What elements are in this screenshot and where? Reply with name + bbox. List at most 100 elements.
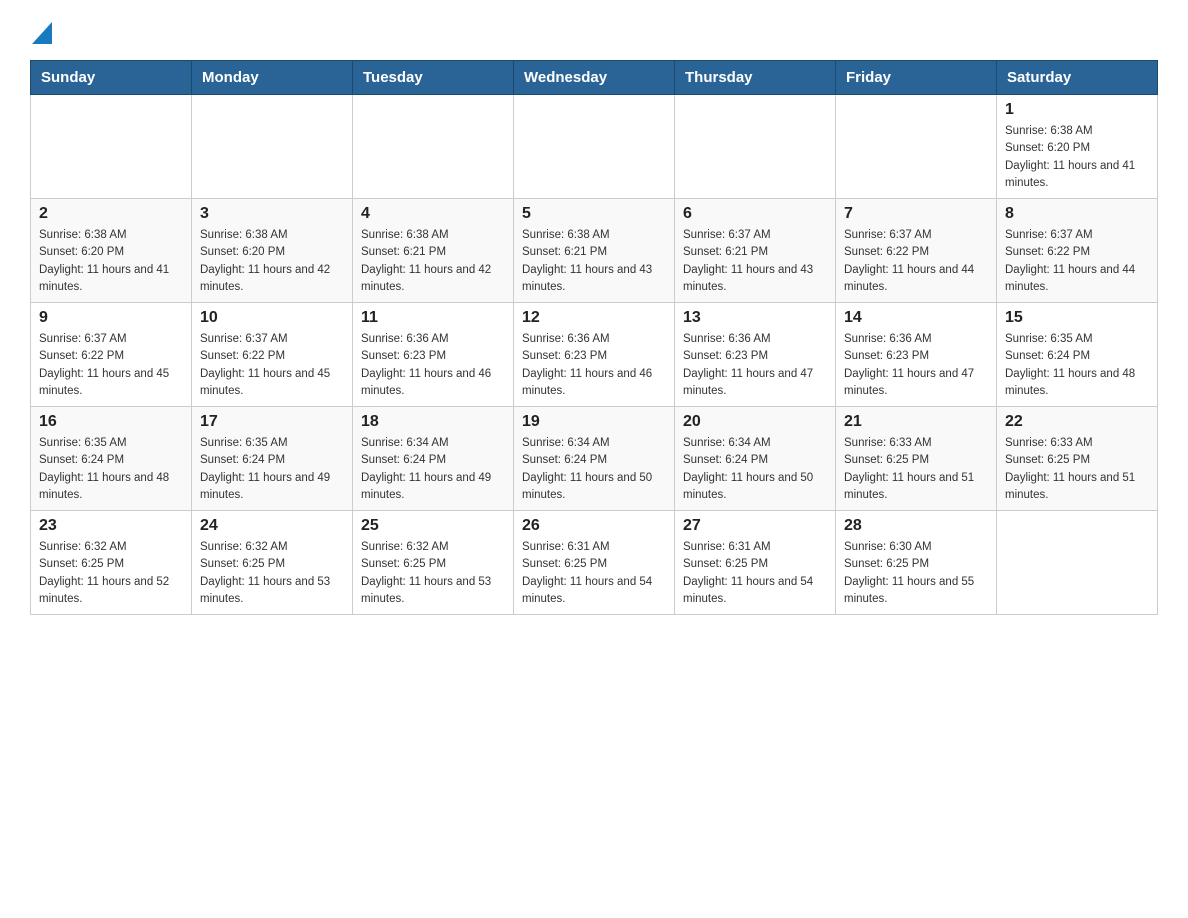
- day-header-thursday: Thursday: [675, 61, 836, 95]
- day-number: 20: [683, 413, 827, 431]
- day-number: 2: [39, 205, 183, 223]
- day-info: Sunrise: 6:37 AM Sunset: 6:22 PM Dayligh…: [39, 331, 183, 400]
- day-number: 18: [361, 413, 505, 431]
- day-info: Sunrise: 6:37 AM Sunset: 6:21 PM Dayligh…: [683, 227, 827, 296]
- day-info: Sunrise: 6:33 AM Sunset: 6:25 PM Dayligh…: [844, 435, 988, 504]
- day-header-friday: Friday: [836, 61, 997, 95]
- calendar-cell: [675, 95, 836, 199]
- day-info: Sunrise: 6:37 AM Sunset: 6:22 PM Dayligh…: [1005, 227, 1149, 296]
- calendar-cell: 11Sunrise: 6:36 AM Sunset: 6:23 PM Dayli…: [353, 303, 514, 407]
- calendar-cell: [836, 95, 997, 199]
- calendar-cell: 8 Sunrise: 6:37 AM Sunset: 6:22 PM Daylig…: [997, 199, 1158, 303]
- day-info: Sunrise: 6:36 AM Sunset: 6:23 PM Dayligh…: [522, 331, 666, 400]
- day-number: 28: [844, 517, 988, 535]
- day-info: Sunrise: 6:32 AM Sunset: 6:25 PM Dayligh…: [200, 539, 344, 608]
- day-number: 9: [39, 309, 183, 327]
- calendar-week-row: 2 Sunrise: 6:38 AM Sunset: 6:20 PM Daylig…: [31, 199, 1158, 303]
- day-number: 26: [522, 517, 666, 535]
- day-info: Sunrise: 6:35 AM Sunset: 6:24 PM Dayligh…: [1005, 331, 1149, 400]
- calendar-cell: 3 Sunrise: 6:38 AM Sunset: 6:20 PM Daylig…: [192, 199, 353, 303]
- day-info: Sunrise: 6:37 AM Sunset: 6:22 PM Dayligh…: [844, 227, 988, 296]
- calendar-cell: 10 Sunrise: 6:37 AM Sunset: 6:22 PM Dayli…: [192, 303, 353, 407]
- day-header-wednesday: Wednesday: [514, 61, 675, 95]
- day-number: 24: [200, 517, 344, 535]
- day-number: 7: [844, 205, 988, 223]
- calendar-cell: 23 Sunrise: 6:32 AM Sunset: 6:25 PM Dayli…: [31, 511, 192, 615]
- day-number: 5: [522, 205, 666, 223]
- day-info: Sunrise: 6:36 AM Sunset: 6:23 PM Dayligh…: [844, 331, 988, 400]
- day-number: 4: [361, 205, 505, 223]
- day-info: Sunrise: 6:34 AM Sunset: 6:24 PM Dayligh…: [522, 435, 666, 504]
- day-number: 3: [200, 205, 344, 223]
- day-info: Sunrise: 6:38 AM Sunset: 6:21 PM Dayligh…: [361, 227, 505, 296]
- day-info: Sunrise: 6:38 AM Sunset: 6:20 PM Dayligh…: [200, 227, 344, 296]
- day-info: Sunrise: 6:31 AM Sunset: 6:25 PM Dayligh…: [683, 539, 827, 608]
- calendar-cell: 26 Sunrise: 6:31 AM Sunset: 6:25 PM Dayli…: [514, 511, 675, 615]
- calendar-cell: 18 Sunrise: 6:34 AM Sunset: 6:24 PM Dayli…: [353, 407, 514, 511]
- logo-triangle-icon: [32, 22, 52, 44]
- day-number: 25: [361, 517, 505, 535]
- day-header-monday: Monday: [192, 61, 353, 95]
- day-info: Sunrise: 6:30 AM Sunset: 6:25 PM Dayligh…: [844, 539, 988, 608]
- calendar-week-row: 23 Sunrise: 6:32 AM Sunset: 6:25 PM Dayli…: [31, 511, 1158, 615]
- day-info: Sunrise: 6:31 AM Sunset: 6:25 PM Dayligh…: [522, 539, 666, 608]
- day-number: 22: [1005, 413, 1149, 431]
- day-info: Sunrise: 6:34 AM Sunset: 6:24 PM Dayligh…: [683, 435, 827, 504]
- day-header-saturday: Saturday: [997, 61, 1158, 95]
- calendar-cell: 14 Sunrise: 6:36 AM Sunset: 6:23 PM Dayli…: [836, 303, 997, 407]
- logo: [30, 20, 52, 40]
- calendar-cell: 1 Sunrise: 6:38 AM Sunset: 6:20 PM Daylig…: [997, 95, 1158, 199]
- day-number: 12: [522, 309, 666, 327]
- day-info: Sunrise: 6:35 AM Sunset: 6:24 PM Dayligh…: [39, 435, 183, 504]
- day-info: Sunrise: 6:37 AM Sunset: 6:22 PM Dayligh…: [200, 331, 344, 400]
- calendar-cell: [514, 95, 675, 199]
- day-number: 13: [683, 309, 827, 327]
- day-info: Sunrise: 6:32 AM Sunset: 6:25 PM Dayligh…: [361, 539, 505, 608]
- calendar-cell: 28 Sunrise: 6:30 AM Sunset: 6:25 PM Dayli…: [836, 511, 997, 615]
- day-number: 16: [39, 413, 183, 431]
- day-number: 14: [844, 309, 988, 327]
- calendar-table: SundayMondayTuesdayWednesdayThursdayFrid…: [30, 60, 1158, 615]
- day-number: 8: [1005, 205, 1149, 223]
- calendar-cell: 6 Sunrise: 6:37 AM Sunset: 6:21 PM Daylig…: [675, 199, 836, 303]
- day-number: 17: [200, 413, 344, 431]
- calendar-week-row: 1 Sunrise: 6:38 AM Sunset: 6:20 PM Daylig…: [31, 95, 1158, 199]
- page-header: [30, 20, 1158, 40]
- calendar-header-row: SundayMondayTuesdayWednesdayThursdayFrid…: [31, 61, 1158, 95]
- calendar-cell: [353, 95, 514, 199]
- calendar-cell: 20 Sunrise: 6:34 AM Sunset: 6:24 PM Dayli…: [675, 407, 836, 511]
- calendar-cell: 15 Sunrise: 6:35 AM Sunset: 6:24 PM Dayli…: [997, 303, 1158, 407]
- calendar-cell: 9 Sunrise: 6:37 AM Sunset: 6:22 PM Daylig…: [31, 303, 192, 407]
- day-number: 10: [200, 309, 344, 327]
- calendar-cell: 16 Sunrise: 6:35 AM Sunset: 6:24 PM Dayli…: [31, 407, 192, 511]
- day-header-tuesday: Tuesday: [353, 61, 514, 95]
- day-number: 6: [683, 205, 827, 223]
- calendar-cell: 22 Sunrise: 6:33 AM Sunset: 6:25 PM Dayli…: [997, 407, 1158, 511]
- calendar-cell: 24 Sunrise: 6:32 AM Sunset: 6:25 PM Dayli…: [192, 511, 353, 615]
- day-number: 1: [1005, 101, 1149, 119]
- day-info: Sunrise: 6:38 AM Sunset: 6:20 PM Dayligh…: [39, 227, 183, 296]
- day-header-sunday: Sunday: [31, 61, 192, 95]
- calendar-cell: 4 Sunrise: 6:38 AM Sunset: 6:21 PM Daylig…: [353, 199, 514, 303]
- calendar-cell: 2 Sunrise: 6:38 AM Sunset: 6:20 PM Daylig…: [31, 199, 192, 303]
- day-info: Sunrise: 6:35 AM Sunset: 6:24 PM Dayligh…: [200, 435, 344, 504]
- day-info: Sunrise: 6:32 AM Sunset: 6:25 PM Dayligh…: [39, 539, 183, 608]
- day-number: 15: [1005, 309, 1149, 327]
- day-info: Sunrise: 6:34 AM Sunset: 6:24 PM Dayligh…: [361, 435, 505, 504]
- day-info: Sunrise: 6:36 AM Sunset: 6:23 PM Dayligh…: [683, 331, 827, 400]
- calendar-cell: 5 Sunrise: 6:38 AM Sunset: 6:21 PM Daylig…: [514, 199, 675, 303]
- day-number: 23: [39, 517, 183, 535]
- day-info: Sunrise: 6:33 AM Sunset: 6:25 PM Dayligh…: [1005, 435, 1149, 504]
- day-number: 19: [522, 413, 666, 431]
- calendar-cell: 7 Sunrise: 6:37 AM Sunset: 6:22 PM Daylig…: [836, 199, 997, 303]
- calendar-cell: 12 Sunrise: 6:36 AM Sunset: 6:23 PM Dayli…: [514, 303, 675, 407]
- day-number: 11: [361, 309, 505, 327]
- calendar-cell: 19 Sunrise: 6:34 AM Sunset: 6:24 PM Dayli…: [514, 407, 675, 511]
- day-info: Sunrise: 6:38 AM Sunset: 6:20 PM Dayligh…: [1005, 123, 1149, 192]
- calendar-cell: 27Sunrise: 6:31 AM Sunset: 6:25 PM Dayli…: [675, 511, 836, 615]
- day-number: 21: [844, 413, 988, 431]
- calendar-cell: 17 Sunrise: 6:35 AM Sunset: 6:24 PM Dayli…: [192, 407, 353, 511]
- day-info: Sunrise: 6:38 AM Sunset: 6:21 PM Dayligh…: [522, 227, 666, 296]
- calendar-week-row: 16 Sunrise: 6:35 AM Sunset: 6:24 PM Dayli…: [31, 407, 1158, 511]
- calendar-cell: 13 Sunrise: 6:36 AM Sunset: 6:23 PM Dayli…: [675, 303, 836, 407]
